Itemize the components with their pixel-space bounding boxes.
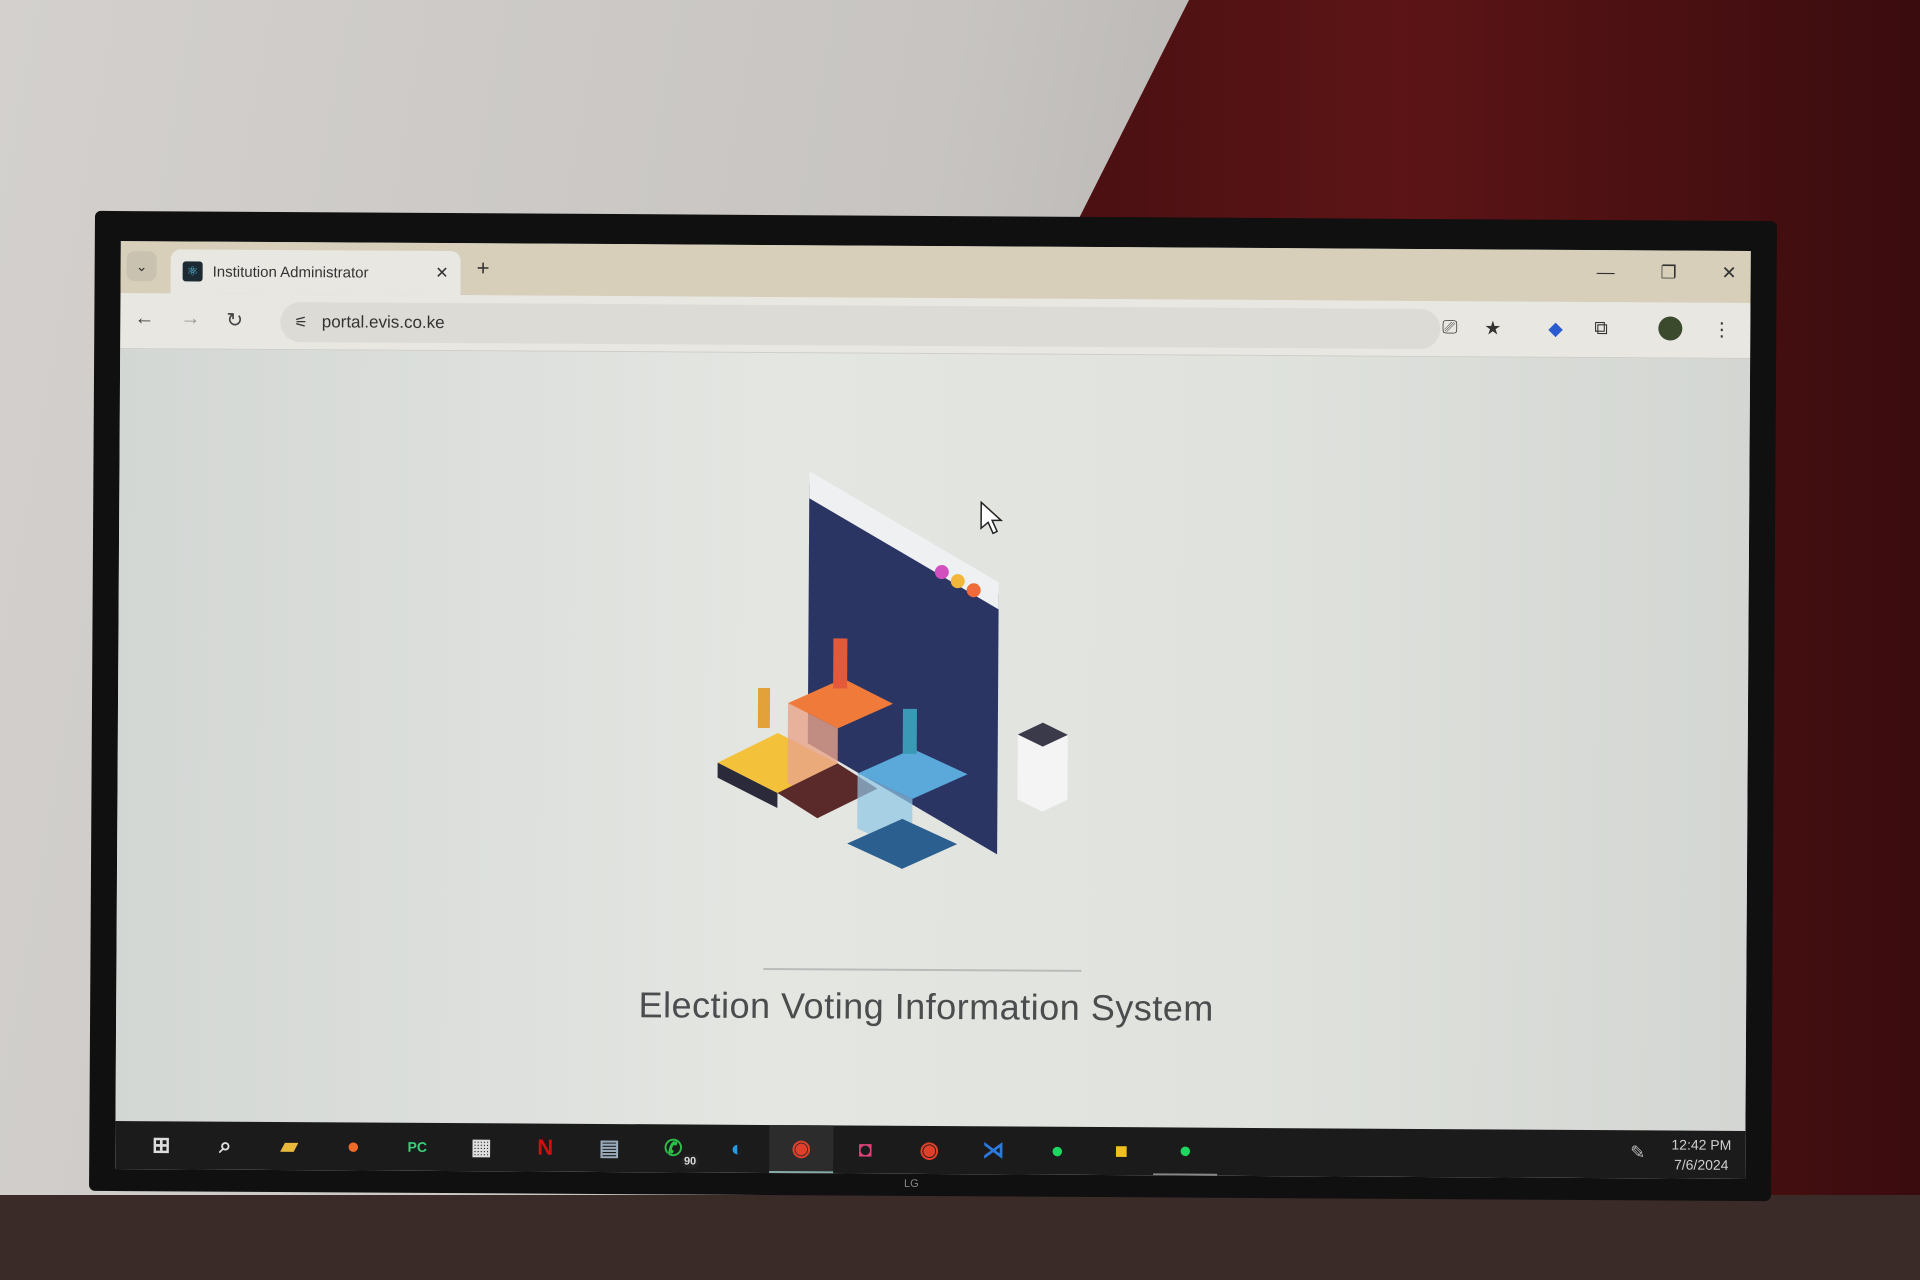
file-explorer-icon[interactable]: ▰ xyxy=(257,1122,321,1170)
start-icon[interactable]: ⊞ xyxy=(129,1121,193,1169)
install-app-icon[interactable]: ⎚ xyxy=(1442,317,1457,339)
vscode-icon[interactable]: ⋊ xyxy=(961,1126,1025,1174)
back-icon[interactable]: ← xyxy=(134,307,154,330)
whatsapp-icon[interactable]: ✆ 90 xyxy=(641,1124,705,1172)
pen-icon[interactable]: ✎ xyxy=(1630,1142,1645,1163)
restore-icon[interactable]: ❐ xyxy=(1660,262,1676,283)
chrome-profile-icon[interactable]: ◉ xyxy=(897,1126,961,1174)
close-window-icon[interactable]: ✕ xyxy=(1722,263,1737,284)
forward-icon[interactable]: → xyxy=(180,307,200,330)
more-menu-icon[interactable]: ⋮ xyxy=(1712,319,1731,342)
bookmark-star-icon[interactable]: ★ xyxy=(1484,317,1501,340)
sticky-notes-icon[interactable]: ■ xyxy=(1089,1127,1153,1175)
search-icon[interactable]: ⌕ xyxy=(193,1121,257,1169)
extension-icon[interactable]: ◆ xyxy=(1548,318,1563,341)
microsoft-store-icon[interactable]: ▦ xyxy=(449,1123,513,1171)
page-title: Election Voting Information System xyxy=(638,984,1214,1029)
mouse-cursor-icon xyxy=(980,500,1004,535)
monitor-brand-logo: LG xyxy=(904,1177,919,1190)
person-1 xyxy=(833,638,848,689)
scanner-icon[interactable]: ▤ xyxy=(577,1124,641,1172)
reload-icon[interactable]: ↻ xyxy=(226,308,243,333)
instagram-icon[interactable]: ◘ xyxy=(833,1125,897,1173)
address-bar[interactable]: ⚟ portal.evis.co.ke xyxy=(280,302,1441,350)
page-content: Election Voting Information System xyxy=(115,349,1751,1131)
tab-title: Institution Administrator xyxy=(212,263,369,282)
window-dot xyxy=(966,583,981,598)
divider xyxy=(763,967,1082,972)
screen: ⌄ ⚛ Institution Administrator ✕ + — ❐ ✕ … xyxy=(115,241,1751,1179)
site-settings-icon[interactable]: ⚟ xyxy=(294,313,308,331)
notification-badge: 90 xyxy=(680,1154,700,1169)
window-dot xyxy=(950,574,965,589)
netflix-icon[interactable]: N xyxy=(513,1123,577,1171)
person-2 xyxy=(902,708,917,754)
system-clock[interactable]: 12:42 PM 7/6/2024 xyxy=(1671,1135,1731,1175)
clock-date: 7/6/2024 xyxy=(1673,1156,1729,1173)
react-favicon: ⚛ xyxy=(182,261,203,282)
firefox-icon[interactable]: ● xyxy=(321,1122,385,1170)
window-dot xyxy=(934,565,949,580)
browser-toolbar: ← → ↻ ⚟ portal.evis.co.ke ⎚ ★ ◆ ⧉ ⋮ xyxy=(120,293,1751,359)
close-icon[interactable]: ✕ xyxy=(435,263,449,283)
chrome-icon[interactable]: ◉ xyxy=(769,1125,834,1174)
monitor: ⌄ ⚛ Institution Administrator ✕ + — ❐ ✕ … xyxy=(89,210,1777,1202)
pycharm-icon[interactable]: PC xyxy=(385,1123,449,1171)
new-tab-icon[interactable]: + xyxy=(477,255,490,281)
taskbar: ⊞ ⌕ ▰ ● PC ▦ N ▤ ✆ 90 ◐ ◉ ◘ ◉ ⋊ ● ■ ● ✎ 1… xyxy=(115,1121,1746,1179)
person-3 xyxy=(757,687,771,729)
spotify-2-icon[interactable]: ● xyxy=(1153,1127,1218,1176)
voting-illustration xyxy=(717,471,1068,869)
tab-search-icon[interactable]: ⌄ xyxy=(126,251,157,282)
puzzle-extensions-icon[interactable]: ⧉ xyxy=(1594,318,1608,340)
url-text: portal.evis.co.ke xyxy=(321,312,445,333)
tab-institution-administrator[interactable]: ⚛ Institution Administrator ✕ xyxy=(170,249,461,296)
floor xyxy=(0,1195,1920,1280)
edge-icon[interactable]: ◐ xyxy=(705,1125,769,1173)
spotify-icon[interactable]: ● xyxy=(1025,1127,1089,1175)
minimize-icon[interactable]: — xyxy=(1597,262,1615,283)
profile-avatar[interactable] xyxy=(1658,316,1683,341)
clock-time: 12:42 PM xyxy=(1671,1136,1732,1153)
